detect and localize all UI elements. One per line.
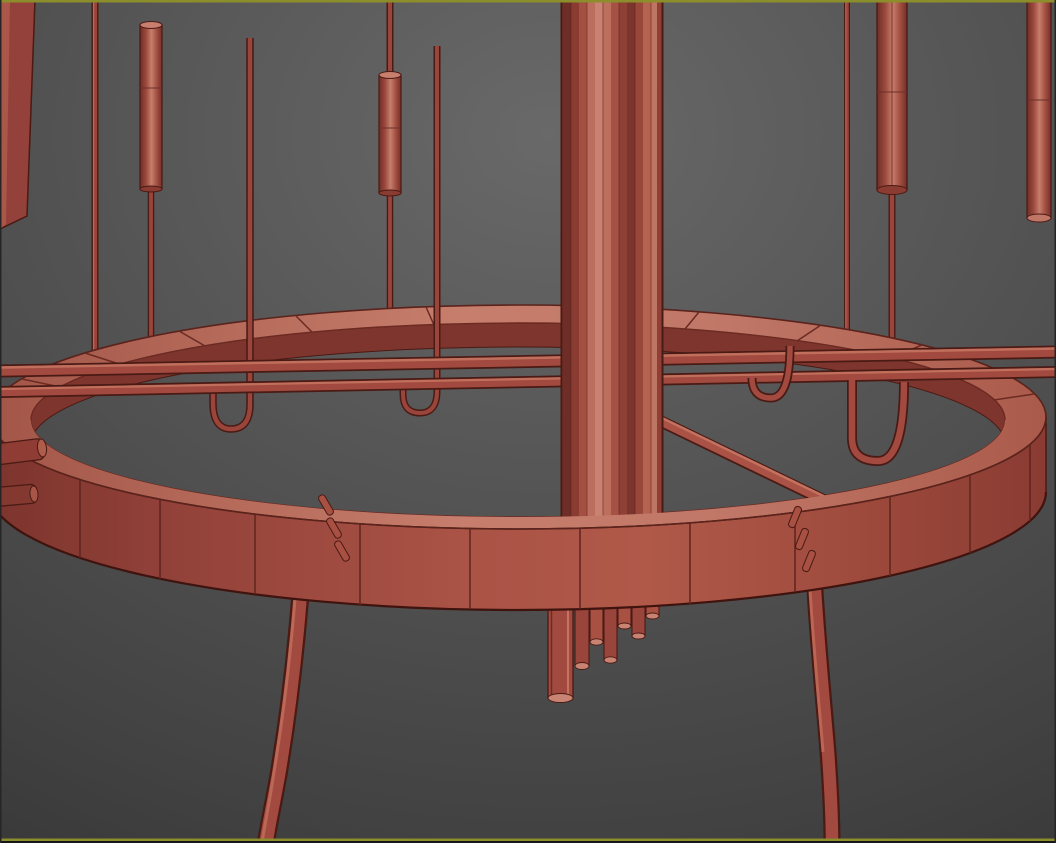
- thin-stem-1: [91, 0, 99, 355]
- thin-stem-2: [844, 0, 850, 335]
- candle-stem-4: [1026, 0, 1052, 223]
- viewport-canvas[interactable]: [0, 0, 1056, 843]
